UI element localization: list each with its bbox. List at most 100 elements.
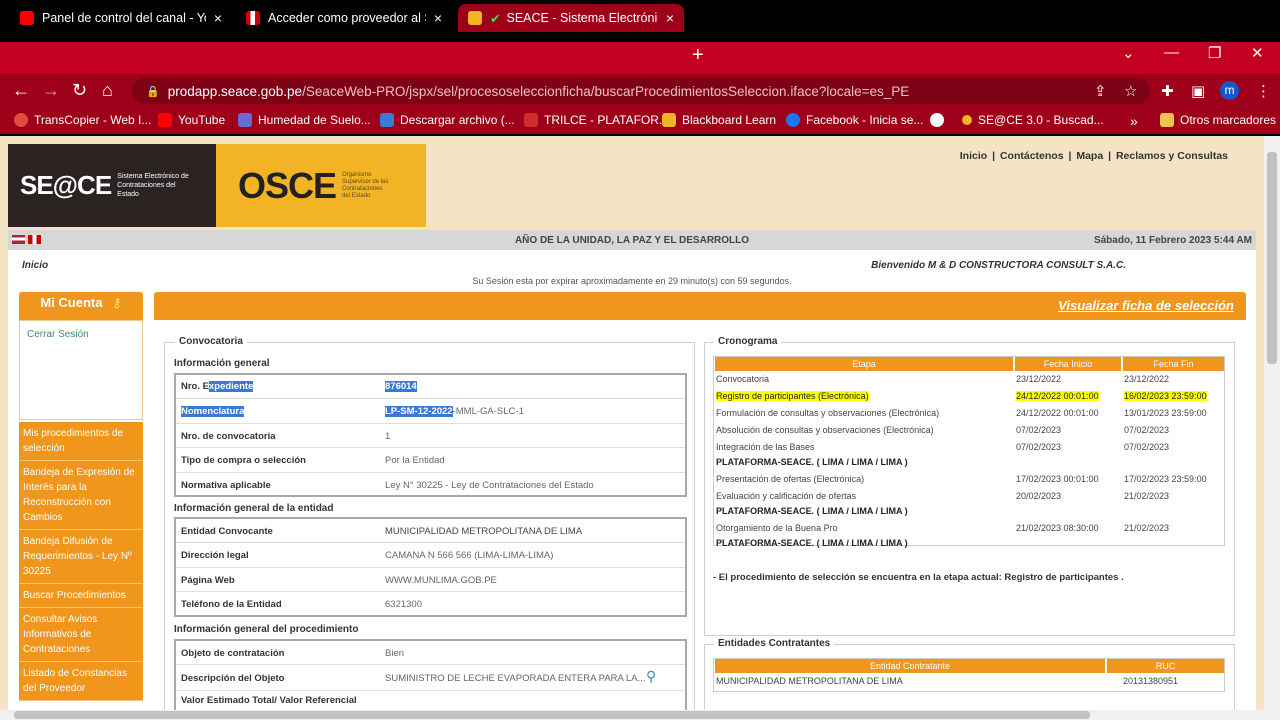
sidebar-item-bandeja-expresion[interactable]: Bandeja de Expresión de Interés para la … <box>19 461 143 530</box>
url-domain: prodapp.seace.gob.pe <box>167 83 303 99</box>
table-row: Presentación de ofertas (Electrónica) 17… <box>716 474 1207 484</box>
tab-youtube[interactable]: Panel de control del canal - YouT × <box>10 4 232 32</box>
col-fecha-inicio: Fecha Inicio <box>1015 357 1121 371</box>
current-stage-note: - El procedimiento de selección se encue… <box>713 572 1124 583</box>
table-row: Integración de las Bases PLATAFORMA-SEAC… <box>716 442 1170 467</box>
seace-logo: SE@CE Sistema Electrónico de Contratacio… <box>8 144 216 227</box>
close-icon[interactable]: × <box>214 10 222 26</box>
table-row: Página Web WWW.MUNLIMA.GOB.PE <box>176 568 685 592</box>
reload-icon[interactable]: ↻ <box>72 80 87 101</box>
sidebar-item-buscar[interactable]: Buscar Procedimientos <box>19 584 143 608</box>
table-row: Nomenclatura LP-SM-12-2022-MML-GA-SLC-1 <box>176 399 685 424</box>
bookmark-icon <box>14 113 28 127</box>
entity-table: Entidad Convocante MUNICIPALIDAD METROPO… <box>174 517 687 617</box>
window-close-icon[interactable]: ✕ <box>1251 44 1264 62</box>
bookmark-facebook[interactable]: Facebook - Inicia se... <box>786 113 923 127</box>
sidepanel-icon[interactable]: ▣ <box>1191 82 1205 100</box>
table-row: Valor Estimado Total/ Valor Referencial <box>181 695 357 706</box>
youtube-icon <box>20 11 34 25</box>
table-row: Entidad Convocante MUNICIPALIDAD METROPO… <box>176 519 685 543</box>
table-row: Evaluación y calificación de ofertas PLA… <box>716 491 1170 516</box>
col-etapa: Etapa <box>715 357 1013 371</box>
search-icon[interactable]: ⚲ <box>646 668 656 685</box>
bookmark-icon <box>238 113 252 127</box>
vertical-scroll-thumb[interactable] <box>1267 152 1277 364</box>
bookmark-blackboard[interactable]: Blackboard Learn <box>662 113 776 127</box>
bookmark-youtube[interactable]: YouTube <box>158 113 225 127</box>
facebook-icon <box>786 113 800 127</box>
bookmark-trilce[interactable]: TRILCE - PLATAFOR... <box>524 113 669 127</box>
url-path: /SeaceWeb-PRO/jspx/sel/procesoseleccionf… <box>302 83 910 99</box>
bookmark-seace[interactable]: SE@CE 3.0 - Buscad... <box>962 113 1104 127</box>
check-icon: ✔ <box>490 11 501 26</box>
visualizar-ficha-link[interactable]: Visualizar ficha de selección <box>1058 298 1234 313</box>
table-row: Tipo de compra o selección Por la Entida… <box>176 448 685 473</box>
menu-icon[interactable]: ⋮ <box>1256 82 1271 100</box>
table-row: Descripción del Objeto SUMINISTRO DE LEC… <box>176 665 685 691</box>
bookmark-icon <box>662 113 676 127</box>
tab-acceder[interactable]: Acceder como proveedor al Siste × <box>236 4 452 32</box>
sidebar-item-avisos[interactable]: Consultar Avisos Informativos de Contrat… <box>19 608 143 662</box>
table-row: Objeto de contratación Bien <box>176 641 685 665</box>
url-input[interactable]: 🔒 prodapp.seace.gob.pe/SeaceWeb-PRO/jspx… <box>132 78 1150 104</box>
lock-icon: 🔒 <box>146 85 160 98</box>
back-icon[interactable]: ← <box>12 80 30 101</box>
bookmark-icon <box>524 113 538 127</box>
link-mapa[interactable]: Mapa <box>1076 150 1103 162</box>
proc-title: Información general del procedimiento <box>174 624 359 635</box>
maximize-icon[interactable]: ❐ <box>1208 44 1221 62</box>
date: Sábado, 11 Febrero 2023 5:44 AM <box>1093 235 1252 246</box>
home-icon[interactable]: ⌂ <box>102 80 113 101</box>
share-icon[interactable]: ⇪ <box>1094 82 1107 100</box>
cronograma-table: Etapa Fecha Inicio Fecha Fin Convocatori… <box>713 356 1225 548</box>
link-reclamos[interactable]: Reclamos y Consultas <box>1116 150 1228 162</box>
general-title: Información general <box>174 358 270 369</box>
bookmark-globe[interactable] <box>930 113 950 127</box>
close-icon[interactable]: × <box>434 10 442 26</box>
forward-icon[interactable]: → <box>42 80 60 101</box>
tab-search-icon[interactable]: ⌄ <box>1122 44 1135 62</box>
seace-icon <box>468 11 482 25</box>
folder-icon <box>1160 113 1174 127</box>
table-row: Teléfono de la Entidad 6321300 <box>181 599 422 610</box>
main-panel: Inicio Bienvenido M & D CONSTRUCTORA CON… <box>8 250 1256 710</box>
sidebar-item-mis-procedimientos[interactable]: Mis procedimientos de selección <box>19 422 143 461</box>
star-icon[interactable]: ☆ <box>1124 82 1137 100</box>
convocatoria-legend: Convocatoria <box>175 336 247 347</box>
general-table: Nro. Expediente 876014 Nomenclatura LP-S… <box>174 373 687 497</box>
proc-table: Objeto de contratación Bien Descripción … <box>174 639 687 710</box>
page-content: SE@CE Sistema Electrónico de Contratacio… <box>0 136 1264 710</box>
table-row: Nro. de convocatoria 1 <box>176 424 685 448</box>
horizontal-scroll-thumb[interactable] <box>14 711 1090 719</box>
new-tab-button[interactable]: + <box>692 44 704 67</box>
link-contactenos[interactable]: Contáctenos <box>1000 150 1064 162</box>
col-fecha-fin: Fecha Fin <box>1123 357 1224 371</box>
bookmark-descargar[interactable]: Descargar archivo (... <box>380 113 515 127</box>
table-row-current: Registro de participantes (Electrónica) … <box>716 391 1207 401</box>
extensions-icon[interactable]: ✚ <box>1161 82 1174 100</box>
table-row: Absolución de consultas y observaciones … <box>716 425 1170 435</box>
more-bookmarks-icon[interactable]: » <box>1130 113 1138 129</box>
banner: Visualizar ficha de selección <box>154 292 1246 320</box>
breadcrumb[interactable]: Inicio <box>22 260 48 271</box>
bookmark-icon <box>962 115 972 125</box>
osce-logo: OSCE Organismo Supervisor de las Contrat… <box>216 144 426 227</box>
avatar[interactable]: m <box>1220 81 1239 100</box>
bookmark-humedad[interactable]: Humedad de Suelo... <box>238 113 371 127</box>
close-icon[interactable]: × <box>666 10 674 26</box>
top-links: Inicio | Contáctenos | Mapa | Reclamos y… <box>959 150 1228 162</box>
tab-seace[interactable]: ✔ SEACE - Sistema Electrónico de × <box>458 4 684 32</box>
link-inicio[interactable]: Inicio <box>960 150 987 162</box>
other-bookmarks[interactable]: Otros marcadores <box>1160 113 1276 127</box>
mi-cuenta-header: Mi Cuenta ⚷ <box>19 292 143 320</box>
tab-title: Panel de control del canal - YouT <box>42 11 206 25</box>
key-icon: ⚷ <box>112 295 122 310</box>
minimize-icon[interactable]: — <box>1164 44 1179 61</box>
entidades-legend: Entidades Contratantes <box>714 638 835 649</box>
sidebar-item-constancias[interactable]: Listado de Constancias del Proveedor <box>19 662 143 701</box>
logout-link[interactable]: Cerrar Sesión <box>27 329 89 340</box>
bookmark-transcopier[interactable]: TransCopier - Web I... <box>14 113 151 127</box>
sidebar-item-bandeja-difusion[interactable]: Bandeja Difusión de Requerimientos - Ley… <box>19 530 143 584</box>
table-row: Normativa aplicable Ley N° 30225 - Ley d… <box>181 480 594 491</box>
entity-title: Información general de la entidad <box>174 503 334 514</box>
